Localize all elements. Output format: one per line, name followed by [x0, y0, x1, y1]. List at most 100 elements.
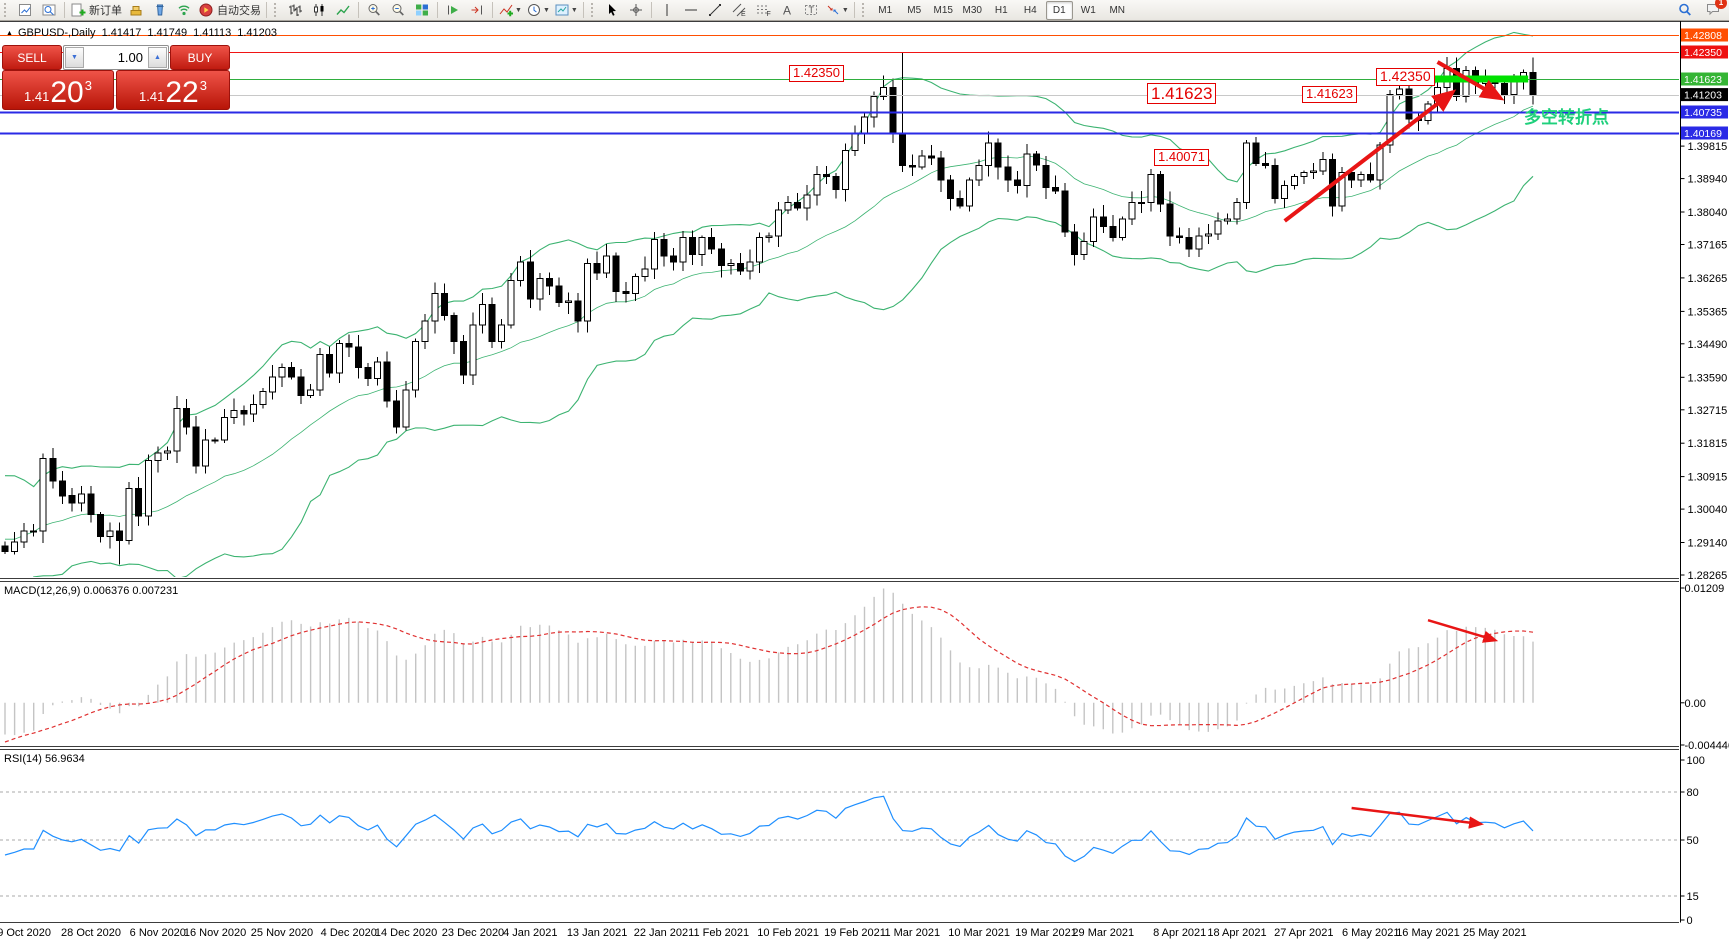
trendline-icon[interactable]	[703, 1, 727, 19]
periods-dropdown-caret[interactable]: ▼	[543, 7, 550, 14]
toolbar-drag-handle[interactable]	[4, 3, 10, 17]
price-axis-tick: 1.33590	[1688, 372, 1728, 384]
text-label-icon[interactable]: T	[799, 1, 823, 19]
toolbar-separator	[651, 2, 652, 18]
ohlc-high: 1.41749	[147, 27, 187, 39]
symbol-name: GBPUSD-,Daily	[18, 27, 96, 39]
timeframe-h4[interactable]: H4	[1017, 1, 1044, 20]
auto-scroll-icon[interactable]	[441, 1, 465, 19]
buy-button[interactable]: BUY	[170, 45, 230, 70]
svg-text:1.40735: 1.40735	[1684, 107, 1722, 119]
tile-windows-icon[interactable]	[410, 1, 434, 19]
date-axis-label: 18 Apr 2021	[1207, 927, 1266, 939]
chart-shift-icon[interactable]	[465, 1, 489, 19]
svg-text:1.40169: 1.40169	[1684, 128, 1722, 140]
toolbar-separator	[492, 2, 493, 18]
sell-price-sup: 3	[85, 78, 92, 93]
toolbar-drag-handle[interactable]	[862, 3, 868, 17]
zoom-out-icon[interactable]	[386, 1, 410, 19]
date-axis-label: 8 Apr 2021	[1153, 927, 1206, 939]
toolbar-drag-handle[interactable]	[274, 3, 280, 17]
bar-chart-icon[interactable]	[283, 1, 307, 19]
community-icon[interactable]	[148, 1, 172, 19]
new-order-button[interactable]: 新订单	[68, 1, 124, 19]
equidistant-channel-icon[interactable]: E	[727, 1, 751, 19]
date-axis-label: 16 Nov 2020	[184, 927, 246, 939]
price-callout[interactable]: 1.42350	[789, 65, 844, 82]
toolbar-separator	[358, 2, 359, 18]
new-order-label: 新订单	[89, 2, 122, 18]
svg-text:T: T	[808, 5, 814, 15]
templates-dropdown-caret[interactable]: ▼	[571, 7, 578, 14]
toolbar-separator	[437, 2, 438, 18]
price-callout[interactable]: 1.41623	[1302, 86, 1357, 103]
date-axis[interactable]: 9 Oct 202028 Oct 20206 Nov 202016 Nov 20…	[0, 927, 1527, 939]
volume-increase-button[interactable]: ▲	[148, 47, 167, 68]
signals-icon[interactable]	[172, 1, 196, 19]
vertical-line-icon[interactable]	[655, 1, 679, 19]
buy-price-prefix: 1.41	[139, 89, 164, 104]
symbol-header: ▲ GBPUSD-,Daily 1.41417 1.41749 1.41113 …	[6, 27, 277, 39]
timeframe-mn[interactable]: MN	[1104, 1, 1131, 20]
price-callout[interactable]: 1.42350	[1376, 68, 1435, 86]
periods-icon[interactable]: ▼	[524, 1, 552, 19]
sell-button[interactable]: SELL	[2, 45, 62, 70]
chart-window[interactable]: 1.398151.389401.380401.371651.362651.353…	[0, 21, 1729, 944]
ohlc-open: 1.41417	[102, 27, 142, 39]
autotrading-button[interactable]: 自动交易	[196, 1, 263, 19]
price-callout[interactable]: 1.40071	[1154, 149, 1209, 166]
fibonacci-icon[interactable]: F	[751, 1, 775, 19]
date-axis-label: 22 Jan 2021	[634, 927, 695, 939]
volume-input[interactable]: 1.00	[85, 46, 147, 69]
search-icon[interactable]	[1673, 1, 1697, 19]
market-watch-icon[interactable]	[37, 1, 61, 19]
rsi-axis-tick: 80	[1687, 787, 1699, 799]
volume-stepper[interactable]: ▼ 1.00 ▲	[63, 45, 169, 70]
indicators-icon[interactable]: ▼	[496, 1, 524, 19]
turning-point-note[interactable]: 多空转折点	[1524, 103, 1609, 128]
price-axis-tick: 1.39815	[1688, 141, 1728, 153]
crosshair-icon[interactable]	[624, 1, 648, 19]
indicators-dropdown-caret[interactable]: ▼	[515, 7, 522, 14]
price-axis-tick: 1.30915	[1688, 472, 1728, 484]
timeframe-m30[interactable]: M30	[959, 1, 986, 20]
svg-text:E: E	[741, 11, 746, 18]
ohlc-close: 1.41203	[237, 27, 277, 39]
text-icon[interactable]: A	[775, 1, 799, 19]
volume-decrease-button[interactable]: ▼	[65, 47, 84, 68]
cursor-icon[interactable]	[600, 1, 624, 19]
templates-icon[interactable]: ▼	[552, 1, 580, 19]
buy-price-sup: 3	[200, 78, 207, 93]
candlestick-chart-icon[interactable]	[307, 1, 331, 19]
sell-price-prefix: 1.41	[24, 89, 49, 104]
price-axis-tick: 1.35365	[1688, 306, 1728, 318]
price-callout[interactable]: 1.41623	[1147, 83, 1216, 104]
timeframe-m1[interactable]: M1	[872, 1, 899, 20]
metaeditor-icon[interactable]	[124, 1, 148, 19]
timeframe-w1[interactable]: W1	[1075, 1, 1102, 20]
macd-indicator-label: MACD(12,26,9) 0.006376 0.007231	[4, 585, 178, 597]
sell-price-button[interactable]: 1.41 20 3	[2, 70, 114, 110]
toolbar-drag-handle[interactable]	[591, 3, 597, 17]
date-axis-label: 19 Mar 2021	[1015, 927, 1077, 939]
horizontal-line-icon[interactable]	[679, 1, 703, 19]
timeframe-m15[interactable]: M15	[930, 1, 957, 20]
buy-price-button[interactable]: 1.41 22 3	[116, 70, 230, 110]
date-axis-label: 10 Feb 2021	[757, 927, 819, 939]
arrows-dropdown-caret[interactable]: ▼	[842, 7, 849, 14]
arrows-tool-icon[interactable]: ▼	[823, 1, 851, 19]
svg-text:1.42350: 1.42350	[1684, 47, 1722, 59]
timeframe-m5[interactable]: M5	[901, 1, 928, 20]
new-chart-icon[interactable]	[13, 1, 37, 19]
timeframe-h1[interactable]: H1	[988, 1, 1015, 20]
macd-axis-tick: 0.00	[1685, 698, 1706, 710]
price-chart[interactable]: 1.398151.389401.380401.371651.362651.353…	[0, 21, 1729, 944]
price-axis-tick: 1.30040	[1688, 504, 1728, 516]
line-chart-icon[interactable]	[331, 1, 355, 19]
price-axis-tick: 1.28265	[1688, 570, 1728, 582]
zoom-in-icon[interactable]	[362, 1, 386, 19]
date-axis-label: 6 May 2021	[1342, 927, 1399, 939]
notifications-icon[interactable]: 1	[1705, 1, 1723, 20]
toolbar: 新订单 自动交易	[0, 0, 1729, 21]
timeframe-d1[interactable]: D1	[1046, 1, 1073, 20]
